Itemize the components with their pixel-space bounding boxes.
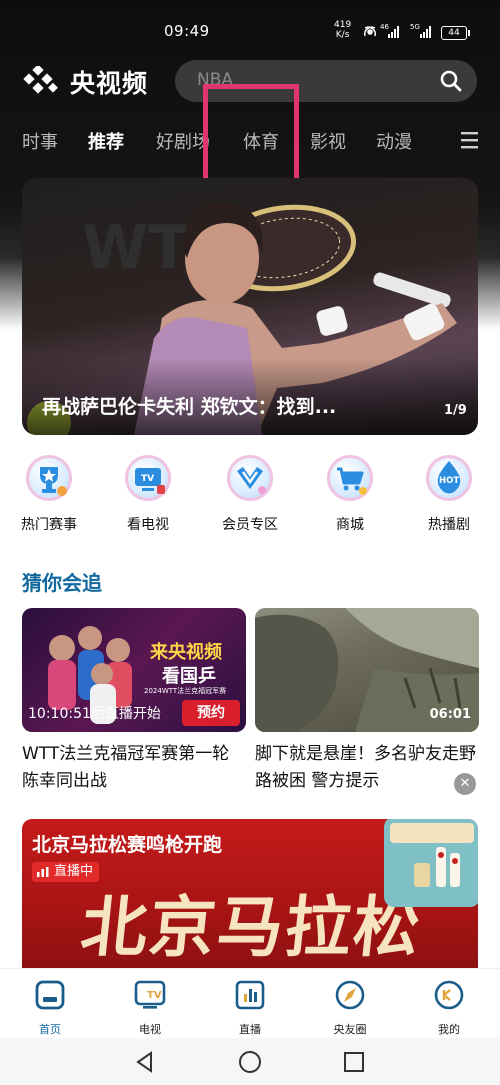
signal-bars-icon	[388, 26, 399, 38]
trophy-icon	[26, 455, 72, 501]
hero-caption: 再战萨巴伦卡失利 郑钦文：找到...	[42, 396, 337, 418]
annotation-highlight-box	[203, 84, 299, 192]
marathon-live-banner[interactable]: 北京马拉松赛鸣枪开跑 直播中 北京马拉松	[22, 819, 478, 969]
search-icon[interactable]	[439, 69, 463, 93]
quick-entry-mall[interactable]: 商城	[310, 455, 390, 534]
network-speed-value: 419	[334, 20, 352, 30]
video-duration: 06:01	[429, 707, 471, 722]
quick-entry-label: 热播剧	[428, 517, 470, 533]
tab-dongman[interactable]: 动漫	[376, 128, 412, 154]
quick-entry-watch-tv[interactable]: TV 看电视	[108, 455, 188, 534]
bottom-navigation: 首页 TV 电视 直播 央友圈 我的	[0, 968, 500, 1039]
svg-text:HOT: HOT	[439, 476, 459, 486]
hero-banner[interactable]: WTA 再战萨巴伦卡失利 郑钦文：找到... 1/9	[22, 178, 478, 435]
hot-icon: HOT	[426, 455, 472, 501]
tv-nav-icon: TV	[134, 980, 166, 1009]
signal-bars-2-icon	[420, 26, 431, 38]
cart-icon	[327, 455, 373, 501]
nav-label: 首页	[39, 1023, 61, 1036]
quick-entry-label: 商城	[336, 517, 364, 533]
signal-icons: 46 5G	[364, 23, 431, 38]
tab-shishi[interactable]: 时事	[22, 128, 58, 154]
hero-page-indicator: 1/9	[444, 403, 467, 418]
quick-entry-label: 热门赛事	[21, 517, 77, 533]
tab-menu-icon[interactable]	[458, 131, 480, 149]
compass-icon	[335, 980, 365, 1010]
network-2-label: 5G	[410, 23, 420, 31]
nav-label: 我的	[438, 1023, 460, 1036]
quick-entry-vip[interactable]: 会员专区	[210, 455, 290, 534]
quick-entry-label: 会员专区	[222, 517, 278, 533]
tv-icon: TV	[125, 455, 171, 501]
status-bar: 09:49 419 K/s 46 5G 44	[0, 0, 500, 54]
status-time: 09:49	[164, 22, 210, 40]
vip-icon	[227, 455, 273, 501]
nav-label: 直播	[239, 1023, 261, 1036]
nav-tv[interactable]: TV 电视	[115, 979, 185, 1037]
system-navigation-bar	[0, 1038, 500, 1085]
nav-label: 电视	[139, 1023, 161, 1036]
promo-line-3: 2024WTT法兰克福冠军赛	[144, 687, 227, 695]
app-title: 央视频	[70, 69, 149, 98]
video-thumbnail: 06:01	[255, 608, 479, 732]
quick-entry-hot-dramas[interactable]: HOT 热播剧	[409, 455, 489, 534]
network-1-label: 46	[380, 23, 389, 31]
recent-apps-icon[interactable]	[343, 1051, 365, 1073]
close-icon[interactable]: ✕	[454, 773, 476, 795]
tab-yingshi[interactable]: 影视	[310, 128, 346, 154]
nav-label: 央友圈	[333, 1023, 367, 1036]
profile-icon	[434, 980, 464, 1010]
nav-home[interactable]: 首页	[15, 979, 85, 1037]
ad-thumbnail[interactable]	[384, 819, 478, 907]
live-countdown: 10:10:51后直播开始	[28, 706, 161, 722]
home-icon	[35, 980, 65, 1010]
section-title: 猜你会追	[22, 571, 102, 595]
promo-line-2: 看国乒	[162, 666, 216, 687]
nav-profile[interactable]: 我的	[414, 979, 484, 1037]
tab-haojuchang[interactable]: 好剧场	[156, 128, 210, 154]
promo-line-1: 来央视频	[150, 642, 222, 663]
nav-live[interactable]: 直播	[215, 979, 285, 1037]
nav-community[interactable]: 央友圈	[315, 979, 385, 1037]
quick-entry-hot-events[interactable]: 热门赛事	[9, 455, 89, 534]
tab-tuijian[interactable]: 推荐	[88, 128, 124, 154]
video-thumbnail: 来央视频 看国乒 2024WTT法兰克福冠军赛 10:10:51后直播开始 预约	[22, 608, 246, 732]
home-circle-icon[interactable]	[238, 1050, 262, 1074]
banner-title: 北京马拉松赛鸣枪开跑	[32, 834, 223, 856]
network-speed: 419 K/s	[334, 20, 351, 40]
hotspot-icon	[364, 26, 376, 37]
back-icon[interactable]	[135, 1051, 155, 1073]
quick-entry-label: 看电视	[127, 517, 169, 533]
book-button[interactable]: 预约	[182, 700, 240, 726]
live-bars-icon	[37, 867, 49, 877]
cctv-logo-icon	[23, 66, 58, 94]
video-title: 脚下就是悬崖！多名驴友走野路被困 警方提示	[255, 744, 476, 791]
battery-icon: 44	[441, 26, 470, 40]
live-nav-icon	[235, 980, 265, 1010]
svg-text:TV: TV	[141, 474, 154, 484]
banner-calligraphy: 北京马拉松	[77, 888, 426, 966]
svg-text:TV: TV	[147, 990, 162, 1001]
network-speed-unit: K/s	[335, 30, 350, 40]
video-title: WTT法兰克福冠军赛第一轮 陈幸同出战	[22, 744, 230, 791]
